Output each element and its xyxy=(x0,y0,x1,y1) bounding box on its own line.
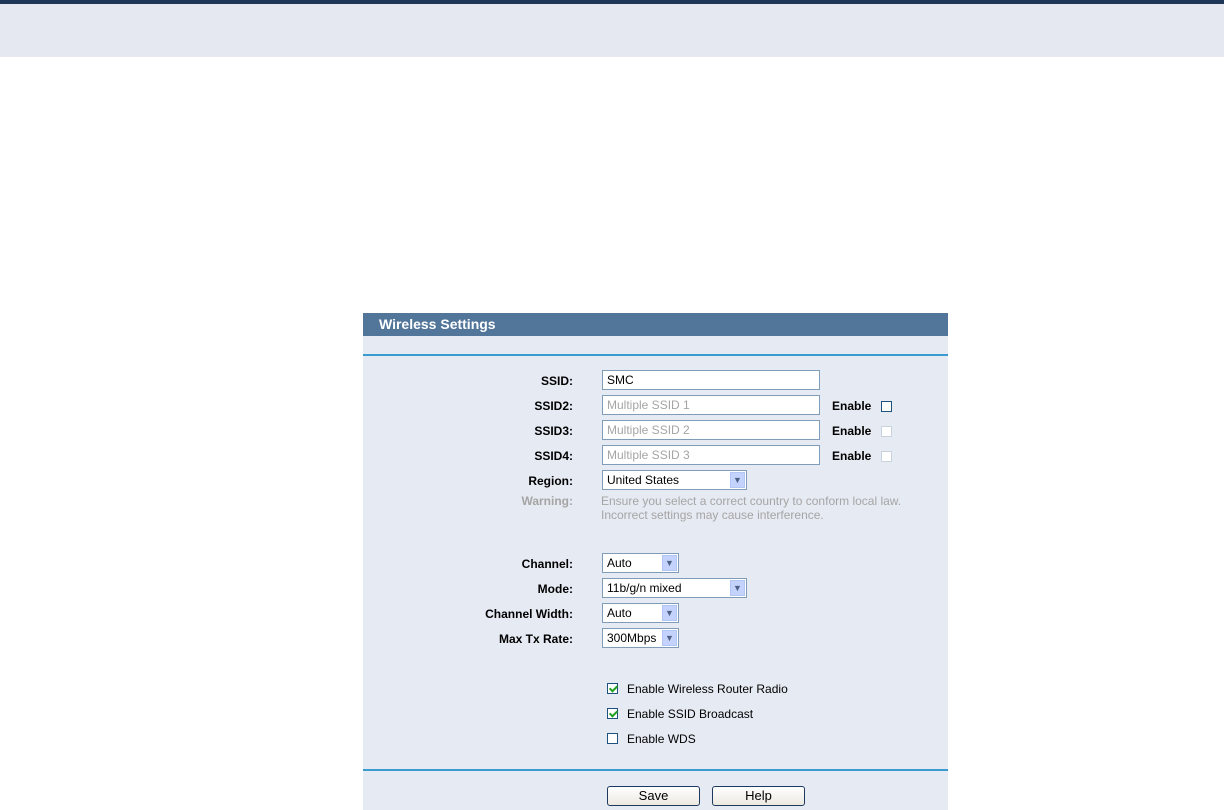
ssid3-enable-checkbox[interactable] xyxy=(881,426,892,437)
channel-value: Auto xyxy=(607,556,632,570)
ssid4-label: SSID4: xyxy=(534,449,573,463)
chevron-down-icon: ▼ xyxy=(662,605,677,621)
mode-label: Mode: xyxy=(537,582,573,596)
ssid2-input[interactable] xyxy=(602,395,820,415)
warning-line-2: Incorrect settings may cause interferenc… xyxy=(601,508,824,522)
warning-text: Ensure you select a correct country to c… xyxy=(601,494,921,522)
ssid2-enable-label: Enable xyxy=(832,399,872,413)
channel-width-value: Auto xyxy=(607,606,632,620)
max-tx-rate-select[interactable]: 300Mbps ▼ xyxy=(602,628,679,648)
mode-value: 11b/g/n mixed xyxy=(607,581,682,595)
mode-select[interactable]: 11b/g/n mixed ▼ xyxy=(602,578,747,598)
ssid2-label: SSID2: xyxy=(534,399,573,413)
channel-width-select[interactable]: Auto ▼ xyxy=(602,603,679,623)
wds-checkbox[interactable] xyxy=(607,733,618,744)
max-tx-rate-label: Max Tx Rate: xyxy=(498,632,573,646)
ssid-broadcast-label: Enable SSID Broadcast xyxy=(627,707,754,721)
wireless-settings-panel: Wireless Settings SSID: SSID2: Enable SS… xyxy=(363,313,948,810)
divider-top xyxy=(363,354,948,356)
divider-bottom xyxy=(363,769,948,771)
ssid3-enable-label: Enable xyxy=(832,424,872,438)
wireless-radio-label: Enable Wireless Router Radio xyxy=(627,682,788,696)
top-banner xyxy=(0,4,1224,57)
ssid4-enable-checkbox[interactable] xyxy=(881,451,892,462)
chevron-down-icon: ▼ xyxy=(730,472,745,488)
ssid-label: SSID: xyxy=(540,374,573,388)
chevron-down-icon: ▼ xyxy=(662,630,677,646)
ssid3-input[interactable] xyxy=(602,420,820,440)
wds-label: Enable WDS xyxy=(627,732,696,746)
region-label: Region: xyxy=(528,474,573,488)
channel-width-label: Channel Width: xyxy=(485,607,573,621)
region-select[interactable]: United States ▼ xyxy=(602,470,747,490)
panel-title: Wireless Settings xyxy=(363,313,948,336)
chevron-down-icon: ▼ xyxy=(730,580,745,596)
ssid4-enable-label: Enable xyxy=(832,449,872,463)
wireless-radio-checkbox[interactable] xyxy=(607,683,618,694)
warning-label: Warning: xyxy=(521,494,573,508)
ssid-broadcast-checkbox[interactable] xyxy=(607,708,618,719)
ssid4-input[interactable] xyxy=(602,445,820,465)
channel-select[interactable]: Auto ▼ xyxy=(602,553,679,573)
region-value: United States xyxy=(607,473,680,487)
ssid2-enable-checkbox[interactable] xyxy=(881,401,892,412)
warning-line-1: Ensure you select a correct country to c… xyxy=(601,494,902,508)
chevron-down-icon: ▼ xyxy=(662,555,677,571)
channel-label: Channel: xyxy=(521,557,573,571)
max-tx-rate-value: 300Mbps xyxy=(607,631,657,645)
save-button[interactable]: Save xyxy=(607,786,700,806)
help-button[interactable]: Help xyxy=(712,786,805,806)
ssid3-label: SSID3: xyxy=(534,424,573,438)
ssid-input[interactable] xyxy=(602,370,820,390)
